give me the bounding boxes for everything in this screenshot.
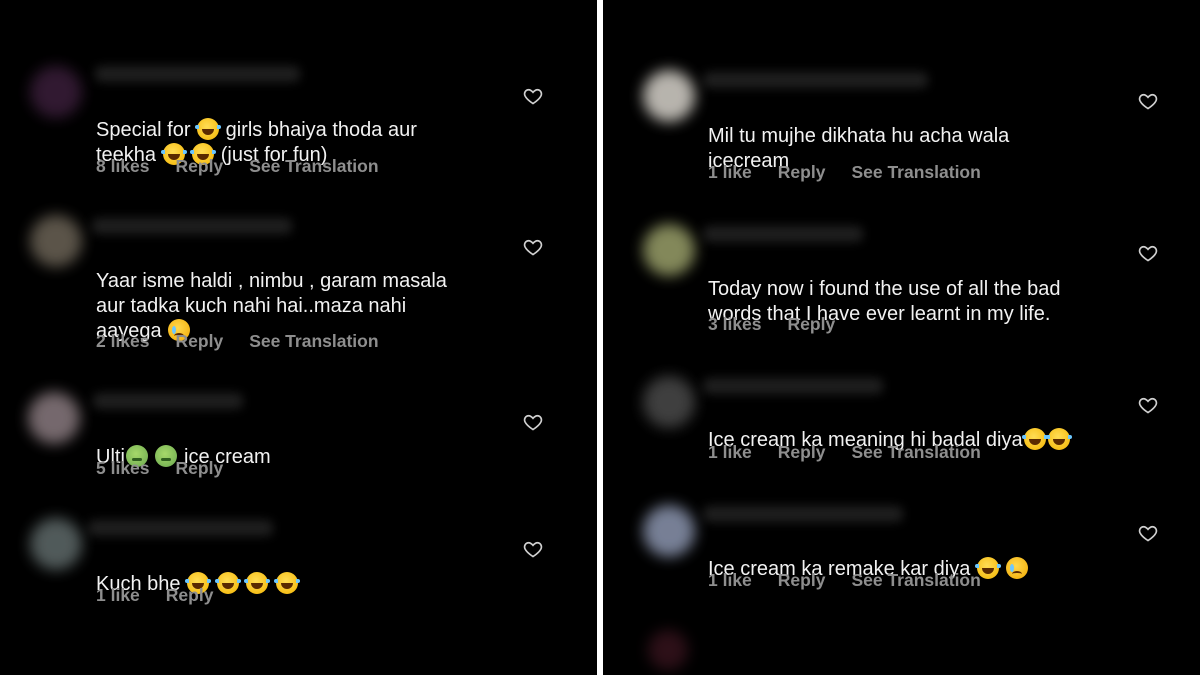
avatar[interactable] — [643, 505, 695, 557]
face-with-tears-of-joy-icon — [1021, 428, 1048, 450]
likes-count[interactable]: 3 likes — [708, 313, 762, 335]
see-translation-button[interactable]: See Translation — [851, 441, 980, 463]
comment-meta: 2 likes Reply See Translation — [96, 330, 379, 352]
avatar[interactable] — [643, 70, 695, 122]
avatar[interactable] — [28, 392, 80, 444]
reply-button[interactable]: Reply — [778, 569, 826, 591]
likes-count[interactable]: 1 like — [708, 441, 752, 463]
reply-button[interactable]: Reply — [176, 155, 224, 177]
likes-count[interactable]: 8 likes — [96, 155, 150, 177]
comment-meta: 5 likes Reply — [96, 457, 223, 479]
crying-face-icon — [1006, 557, 1029, 579]
reply-button[interactable]: Reply — [788, 313, 836, 335]
likes-count[interactable]: 2 likes — [96, 330, 150, 352]
reply-button[interactable]: Reply — [778, 161, 826, 183]
heart-outline-icon[interactable] — [1138, 395, 1158, 415]
likes-count[interactable]: 1 like — [708, 161, 752, 183]
likes-count[interactable]: 1 like — [96, 584, 140, 606]
comments-panel-right: Mil tu mujhe dikhata hu acha wala icecre… — [603, 0, 1200, 675]
username-blurred[interactable] — [95, 66, 300, 82]
reply-button[interactable]: Reply — [176, 330, 224, 352]
screenshot-collage: Special for girls bhaiya thoda aur teekha… — [0, 0, 1200, 675]
likes-count[interactable]: 1 like — [708, 569, 752, 591]
comments-panel-left: Special for girls bhaiya thoda aur teekha… — [0, 0, 597, 675]
comment-meta: 1 like Reply See Translation — [708, 441, 981, 463]
heart-outline-icon[interactable] — [1138, 91, 1158, 111]
comment-meta: 1 like Reply See Translation — [708, 161, 981, 183]
face-with-tears-of-joy-icon — [195, 118, 222, 140]
comment-meta: 1 like Reply — [96, 584, 213, 606]
reply-button[interactable]: Reply — [176, 457, 224, 479]
avatar[interactable] — [30, 518, 82, 570]
heart-outline-icon[interactable] — [523, 412, 543, 432]
face-with-tears-of-joy-icon — [273, 572, 300, 594]
username-blurred[interactable] — [703, 506, 903, 522]
username-blurred[interactable] — [88, 520, 273, 536]
see-translation-button[interactable]: See Translation — [249, 155, 378, 177]
likes-count[interactable]: 5 likes — [96, 457, 150, 479]
avatar[interactable] — [643, 376, 695, 428]
comment-text: Yaar isme haldi , nimbu , garam masala a… — [96, 270, 447, 342]
comment-meta: 8 likes Reply See Translation — [96, 155, 379, 177]
avatar[interactable] — [643, 224, 695, 276]
avatar[interactable] — [30, 66, 82, 118]
comment-meta: 3 likes Reply — [708, 313, 835, 335]
username-blurred[interactable] — [703, 378, 883, 394]
face-with-tears-of-joy-icon — [244, 572, 271, 594]
username-blurred[interactable] — [92, 218, 292, 234]
username-blurred[interactable] — [703, 226, 863, 242]
heart-outline-icon[interactable] — [523, 237, 543, 257]
avatar-partial — [648, 630, 688, 670]
heart-outline-icon[interactable] — [523, 86, 543, 106]
username-blurred[interactable] — [93, 393, 243, 409]
heart-outline-icon[interactable] — [523, 539, 543, 559]
see-translation-button[interactable]: See Translation — [851, 569, 980, 591]
username-blurred[interactable] — [703, 72, 928, 88]
heart-outline-icon[interactable] — [1138, 243, 1158, 263]
see-translation-button[interactable]: See Translation — [249, 330, 378, 352]
avatar[interactable] — [30, 215, 82, 267]
see-translation-button[interactable]: See Translation — [851, 161, 980, 183]
face-with-tears-of-joy-icon — [214, 572, 241, 594]
comment-meta: 1 like Reply See Translation — [708, 569, 981, 591]
heart-outline-icon[interactable] — [1138, 523, 1158, 543]
reply-button[interactable]: Reply — [166, 584, 214, 606]
reply-button[interactable]: Reply — [778, 441, 826, 463]
face-with-tears-of-joy-icon — [1045, 428, 1072, 450]
